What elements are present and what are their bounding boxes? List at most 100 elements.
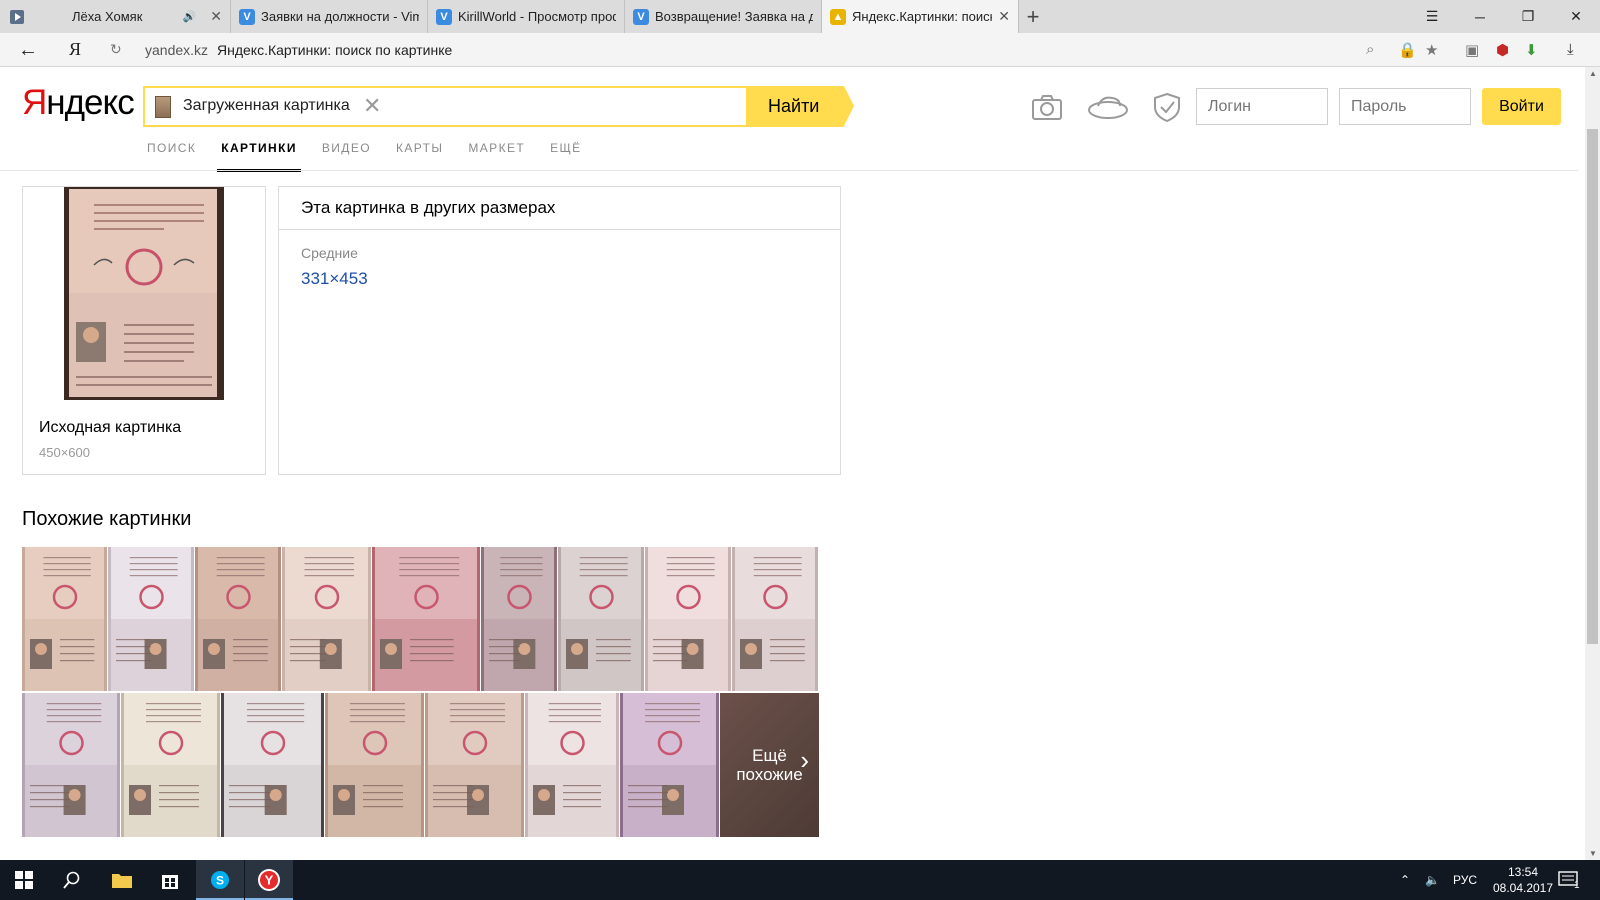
similar-image-thumbnail[interactable] bbox=[645, 547, 731, 691]
download-extension-icon[interactable]: ⬇ bbox=[1525, 41, 1538, 59]
antivirus-extension-icon[interactable]: ⬢ bbox=[1496, 41, 1509, 59]
search-input-value[interactable]: Загруженная картинка bbox=[183, 97, 350, 115]
address-domain[interactable]: yandex.kz bbox=[145, 42, 208, 58]
similar-image-thumbnail[interactable] bbox=[425, 693, 524, 837]
menu-icon[interactable]: ☰ bbox=[1408, 0, 1456, 33]
speaker-icon[interactable]: 🔊 bbox=[183, 10, 197, 23]
language-indicator[interactable]: РУС bbox=[1453, 860, 1477, 900]
similar-image-item[interactable] bbox=[22, 547, 108, 691]
new-tab-button[interactable]: + bbox=[1019, 0, 1047, 33]
similar-image-item[interactable] bbox=[558, 547, 645, 691]
similar-image-item[interactable] bbox=[372, 547, 481, 691]
close-tab-icon[interactable]: ✕ bbox=[998, 8, 1010, 25]
tab-video[interactable]: ВИДЕО bbox=[318, 141, 375, 172]
similar-image-item[interactable] bbox=[481, 547, 558, 691]
similar-image-thumbnail[interactable] bbox=[558, 547, 644, 691]
vimeworld-favicon-icon: V bbox=[436, 8, 452, 25]
find-button[interactable]: Найти bbox=[748, 86, 854, 127]
extension-icon[interactable]: ▣ bbox=[1465, 41, 1479, 59]
back-arrow-icon[interactable]: ← bbox=[18, 39, 38, 62]
logo-rest: ндекс bbox=[46, 83, 134, 122]
similar-image-thumbnail[interactable] bbox=[325, 693, 424, 837]
skype-icon[interactable]: S bbox=[196, 860, 244, 900]
similar-image-thumbnail[interactable] bbox=[620, 693, 719, 837]
yandex-browser-icon[interactable]: Y bbox=[245, 860, 293, 900]
similar-image-item[interactable] bbox=[620, 693, 720, 837]
similar-image-item[interactable] bbox=[121, 693, 221, 837]
similar-image-item[interactable] bbox=[22, 693, 121, 837]
reload-icon[interactable]: ↻ bbox=[110, 41, 122, 58]
lock-icon[interactable]: 🔒 bbox=[1398, 41, 1417, 59]
similar-image-thumbnail[interactable] bbox=[121, 693, 220, 837]
close-tab-icon[interactable]: ✕ bbox=[210, 8, 222, 25]
file-explorer-icon[interactable] bbox=[98, 860, 146, 900]
similar-image-item[interactable] bbox=[732, 547, 819, 691]
scrollbar-thumb[interactable] bbox=[1587, 129, 1598, 644]
close-window-icon[interactable]: ✕ bbox=[1552, 0, 1600, 33]
minimize-icon[interactable]: ─ bbox=[1456, 0, 1504, 33]
scroll-down-arrow-icon[interactable]: ▼ bbox=[1589, 849, 1597, 858]
size-link[interactable]: 331×453 bbox=[301, 269, 368, 289]
similar-image-thumbnail[interactable] bbox=[481, 547, 557, 691]
page-search-icon[interactable]: ⌕ bbox=[1366, 41, 1374, 58]
similar-image-thumbnail[interactable] bbox=[525, 693, 619, 837]
similar-image-thumbnail[interactable] bbox=[732, 547, 818, 691]
browser-tab-strip: Лёха Хомяк 🔊 ✕ V Заявки на должности - V… bbox=[0, 0, 1600, 33]
address-page-title[interactable]: Яндекс.Картинки: поиск по картинке bbox=[217, 42, 452, 58]
show-hidden-icons-chevron-icon[interactable]: ⌃ bbox=[1400, 860, 1410, 900]
taskbar-clock[interactable]: 13:54 08.04.2017 bbox=[1488, 864, 1558, 896]
browser-tab-4[interactable]: V Возвращение! Заявка на до bbox=[625, 0, 822, 33]
page-scrollbar[interactable]: ▲ ▼ bbox=[1585, 67, 1600, 860]
similar-image-thumbnail[interactable] bbox=[22, 693, 120, 837]
more-similar-label-line1: Ещё bbox=[752, 746, 787, 765]
tab-market[interactable]: МАРКЕТ bbox=[464, 141, 529, 172]
downloads-icon[interactable]: ⤓ bbox=[1567, 41, 1574, 58]
similar-image-item[interactable] bbox=[425, 693, 525, 837]
yandex-logo[interactable]: Яндекс bbox=[22, 83, 135, 123]
restore-icon[interactable]: ❐ bbox=[1504, 0, 1552, 33]
tab-more[interactable]: ЕЩЁ bbox=[546, 141, 585, 172]
similar-image-thumbnail[interactable] bbox=[108, 547, 194, 691]
similar-image-thumbnail[interactable] bbox=[282, 547, 371, 691]
tab-search[interactable]: ПОИСК bbox=[143, 141, 200, 172]
store-icon[interactable] bbox=[146, 860, 194, 900]
similar-image-item[interactable] bbox=[325, 693, 425, 837]
bookmark-star-icon[interactable]: ★ bbox=[1425, 41, 1438, 59]
similar-image-item[interactable] bbox=[195, 547, 282, 691]
original-image-card[interactable]: Исходная картинка 450×600 bbox=[22, 186, 266, 475]
browser-tab-3[interactable]: V KirillWorld - Просмотр проф bbox=[428, 0, 625, 33]
tab-maps[interactable]: КАРТЫ bbox=[392, 141, 447, 172]
login-button[interactable]: Войти bbox=[1482, 88, 1561, 125]
similar-image-thumbnail[interactable] bbox=[195, 547, 281, 691]
yandex-home-button[interactable]: Я bbox=[69, 39, 81, 60]
similar-image-item[interactable] bbox=[108, 547, 195, 691]
login-field[interactable] bbox=[1196, 88, 1328, 125]
browser-tab-5-active[interactable]: ▲ Яндекс.Картинки: поиск ✕ bbox=[822, 0, 1019, 33]
address-bar: ← Я ↻ yandex.kz Яндекс.Картинки: поиск п… bbox=[0, 33, 1600, 67]
notification-center-icon[interactable]: 1 bbox=[1558, 860, 1580, 900]
search-icon[interactable] bbox=[48, 860, 96, 900]
windows-start-icon[interactable] bbox=[0, 860, 48, 900]
similar-image-item[interactable] bbox=[282, 547, 372, 691]
search-box[interactable]: Загруженная картинка ✕ bbox=[143, 86, 748, 127]
original-image-thumbnail[interactable] bbox=[64, 187, 224, 400]
weather-cloud-icon[interactable] bbox=[1086, 90, 1130, 124]
sidebar-toggle-icon[interactable] bbox=[0, 0, 34, 33]
similar-image-item[interactable] bbox=[221, 693, 325, 837]
camera-icon[interactable] bbox=[1030, 90, 1064, 124]
similar-image-item[interactable] bbox=[645, 547, 732, 691]
scroll-up-arrow-icon[interactable]: ▲ bbox=[1589, 69, 1597, 78]
similar-image-thumbnail[interactable] bbox=[221, 693, 324, 837]
clear-search-icon[interactable]: ✕ bbox=[363, 93, 381, 119]
svg-text:Y: Y bbox=[265, 873, 274, 888]
shield-check-icon[interactable] bbox=[1150, 90, 1184, 124]
password-field[interactable] bbox=[1339, 88, 1471, 125]
volume-icon[interactable]: 🔈 bbox=[1425, 860, 1440, 900]
browser-tab-1[interactable]: Лёха Хомяк 🔊 ✕ bbox=[34, 0, 231, 33]
browser-tab-2[interactable]: V Заявки на должности - Vim bbox=[231, 0, 428, 33]
similar-image-item[interactable] bbox=[525, 693, 620, 837]
similar-image-thumbnail[interactable] bbox=[372, 547, 480, 691]
similar-image-thumbnail[interactable] bbox=[22, 547, 107, 691]
tab-images[interactable]: КАРТИНКИ bbox=[217, 141, 301, 172]
more-similar-button[interactable]: Ещё похожие › bbox=[720, 693, 820, 837]
